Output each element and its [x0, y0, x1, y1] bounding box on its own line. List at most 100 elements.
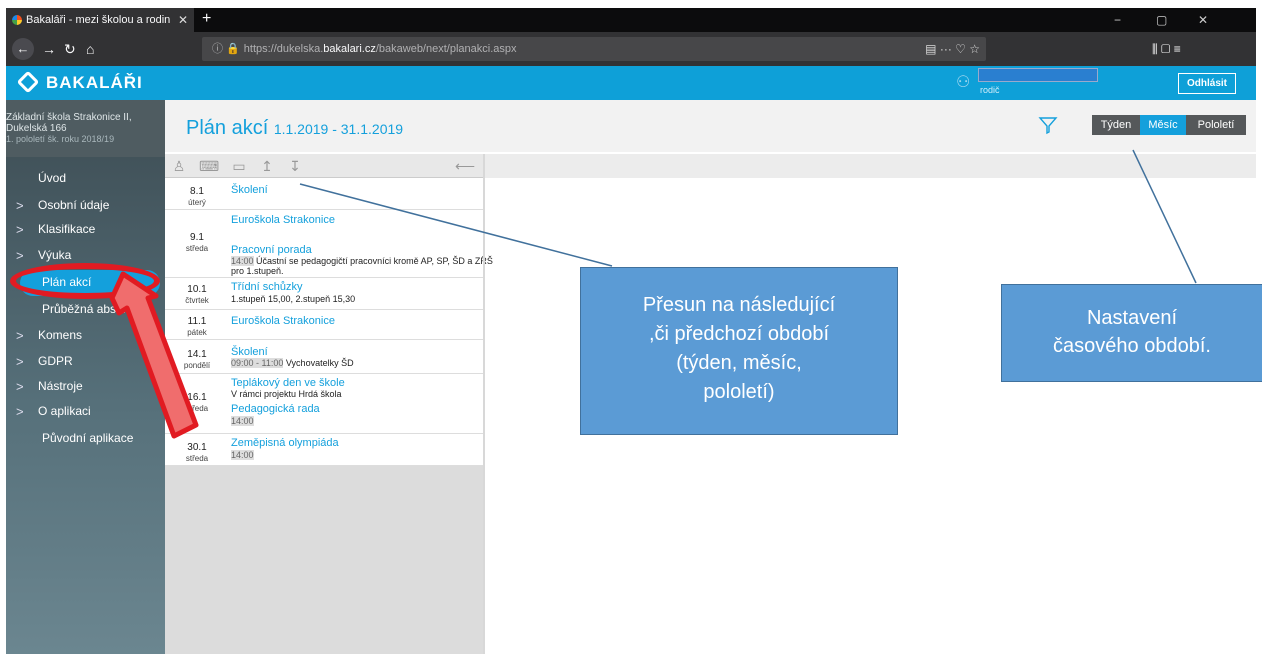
browser-navigation-bar: ← → ↻ ⌂ ⓘ 🔒 https://dukelska.bakalari.cz/…: [6, 32, 1256, 66]
event-time: 14:00: [231, 256, 254, 266]
list-item[interactable]: 16.1 středa Teplákový den ve škole V rám…: [165, 374, 483, 434]
school-semester: 1. pololetí šk. roku 2018/19: [6, 134, 115, 144]
event-date: 10.1 čtvrtek: [177, 284, 217, 306]
address-bar[interactable]: ⓘ 🔒 https://dukelska.bakalari.cz/bakaweb/…: [202, 37, 986, 61]
event-note: V rámci projektu Hrdá škola: [231, 389, 342, 399]
period-month-button[interactable]: Měsíc: [1140, 115, 1186, 135]
sidebar: Základní škola Strakonice II, Dukelská 1…: [6, 100, 165, 654]
keyboard-icon[interactable]: ⌨: [199, 156, 219, 176]
sidebar-item-osobni-udaje[interactable]: > Osobní údaje: [6, 193, 165, 218]
sidebar-item-o-aplikaci[interactable]: > O aplikaci: [6, 399, 165, 424]
library-sidebar-menu-icons[interactable]: ⫼ ▢ ≡: [1152, 40, 1181, 58]
event-title[interactable]: Euroškola Strakonice: [231, 214, 335, 226]
event-title[interactable]: Pedagogická rada: [231, 403, 320, 415]
chevron-right-icon: >: [16, 354, 24, 369]
sidebar-item-label: GDPR: [38, 354, 73, 368]
date-day: 9.1: [190, 232, 204, 243]
filter-icon[interactable]: [1038, 115, 1058, 135]
home-icon[interactable]: ⌂: [86, 40, 94, 58]
event-title[interactable]: Školení: [231, 346, 268, 358]
sidebar-item-label: Průběžná absence: [42, 302, 143, 316]
school-name-line2: Dukelská 166: [6, 123, 67, 134]
screenshot-root: Bakaláři - mezi školou a rodin ✕ + − ▢ ✕…: [0, 0, 1262, 654]
info-icon[interactable]: ⓘ: [212, 43, 223, 55]
list-item[interactable]: 30.1 středa Zeměpisná olympiáda 14:00: [165, 434, 483, 466]
sidebar-item-gdpr[interactable]: > GDPR: [6, 349, 165, 374]
panel-divider[interactable]: [483, 154, 485, 654]
school-name-line1: Základní škola Strakonice II,: [6, 112, 132, 123]
event-note: 1.stupeň 15,00, 2.stupeň 15,30: [231, 294, 356, 304]
logo-text: BAKALÁŘI: [46, 73, 143, 92]
event-date: 16.1 středa: [177, 392, 217, 414]
event-date: 9.1 středa: [177, 232, 217, 254]
page-actions-icons[interactable]: ▤ ··· ♡ ☆: [925, 37, 980, 61]
list-item[interactable]: 9.1 středa Euroškola Strakonice Pracovní…: [165, 210, 493, 278]
sidebar-item-label: Původní aplikace: [42, 431, 134, 445]
event-title[interactable]: Zeměpisná olympiáda: [231, 437, 339, 449]
bakalari-favicon-icon: [12, 15, 22, 25]
chevron-right-icon: >: [16, 222, 24, 237]
url-path: /bakaweb/next/planakci.aspx: [375, 43, 517, 55]
callout-text: časového období.: [1053, 335, 1211, 357]
url-prefix: https://dukelska.: [243, 43, 324, 55]
new-tab-button[interactable]: +: [202, 8, 211, 30]
event-list-panel: 8.1 úterý Školení 9.1 středa Euroškola S…: [165, 178, 493, 654]
person-filter-icon[interactable]: ♙: [169, 156, 189, 176]
forward-arrow-icon[interactable]: →: [42, 40, 56, 58]
event-description: Vychovatelky ŠD: [285, 358, 354, 368]
event-title[interactable]: Teplákový den ve škole: [231, 377, 345, 389]
date-range: 1.1.2019 - 31.1.2019: [273, 121, 404, 137]
list-item[interactable]: 8.1 úterý Školení: [165, 178, 483, 210]
minimize-icon[interactable]: −: [1114, 8, 1121, 32]
callout-text: Nastavení: [1086, 307, 1178, 329]
event-title[interactable]: Pracovní porada: [231, 244, 312, 256]
event-title[interactable]: Školení: [231, 184, 268, 196]
event-title[interactable]: Třídní schůzky: [231, 281, 303, 293]
period-semester-button[interactable]: Pololetí: [1186, 115, 1246, 135]
date-weekday: čtvrtek: [185, 296, 209, 305]
browser-tab[interactable]: Bakaláři - mezi školou a rodin ✕: [6, 8, 194, 32]
reload-icon[interactable]: ↻: [64, 40, 76, 58]
logout-button[interactable]: Odhlásit: [1178, 73, 1236, 94]
user-role: rodič: [980, 85, 1000, 95]
event-date: 30.1 středa: [177, 442, 217, 464]
maximize-icon[interactable]: ▢: [1156, 8, 1167, 32]
window-close-icon[interactable]: ✕: [1198, 8, 1208, 32]
close-tab-icon[interactable]: ✕: [178, 8, 188, 32]
event-list: 8.1 úterý Školení 9.1 středa Euroškola S…: [165, 178, 493, 466]
layers-icon[interactable]: ▭: [229, 156, 249, 176]
callout-period-setting: Nastavení časového období.: [1001, 284, 1262, 382]
list-item[interactable]: 10.1 čtvrtek Třídní schůzky 1.stupeň 15,…: [165, 278, 483, 310]
date-day: 16.1: [187, 392, 207, 403]
logo-mark-icon: [16, 70, 40, 94]
date-day: 14.1: [187, 349, 207, 360]
sidebar-item-nastroje[interactable]: > Nástroje: [6, 374, 165, 399]
list-item[interactable]: 11.1 pátek Euroškola Strakonice: [165, 310, 483, 340]
bakalari-logo[interactable]: BAKALÁŘI: [16, 70, 143, 94]
sidebar-item-puvodni-aplikace[interactable]: Původní aplikace: [6, 426, 165, 451]
list-item[interactable]: 14.1 pondělí Školení 09:00 - 11:00 Vycho…: [165, 340, 483, 374]
date-weekday: středa: [185, 244, 209, 253]
callout-text: pololetí): [703, 381, 775, 403]
next-period-icon[interactable]: ↧: [285, 156, 305, 176]
date-day: 8.1: [190, 186, 204, 197]
browser-tab-bar: Bakaláři - mezi školou a rodin ✕ + − ▢ ✕: [6, 8, 1256, 32]
page-title: Plán akcí 1.1.2019 - 31.1.2019: [186, 116, 403, 141]
sidebar-item-label: Klasifikace: [38, 222, 96, 236]
app-header: BAKALÁŘI ⚇ rodič Odhlásit: [6, 66, 1256, 100]
sidebar-item-label: O aplikaci: [38, 404, 91, 418]
sidebar-item-komens[interactable]: > Komens: [6, 323, 165, 348]
chevron-right-icon: >: [16, 198, 24, 213]
previous-period-icon[interactable]: ↥: [257, 156, 277, 176]
sidebar-item-label: Komens: [38, 328, 83, 342]
period-week-button[interactable]: Týden: [1092, 115, 1140, 135]
sidebar-item-prubezna-absence[interactable]: Průběžná absence: [6, 297, 165, 322]
list-toolbar: ♙ ⌨ ▭ ↥ ↧ ⟵: [165, 154, 483, 178]
sidebar-item-klasifikace[interactable]: > Klasifikace: [6, 217, 165, 242]
event-title[interactable]: Euroškola Strakonice: [231, 315, 335, 327]
sidebar-item-uvod[interactable]: Úvod: [6, 166, 165, 191]
back-arrow-icon[interactable]: ←: [12, 38, 34, 60]
page-title-text: Plán akcí: [186, 117, 269, 139]
event-time: 14:00: [231, 450, 254, 460]
collapse-panel-icon[interactable]: ⟵: [455, 156, 475, 176]
